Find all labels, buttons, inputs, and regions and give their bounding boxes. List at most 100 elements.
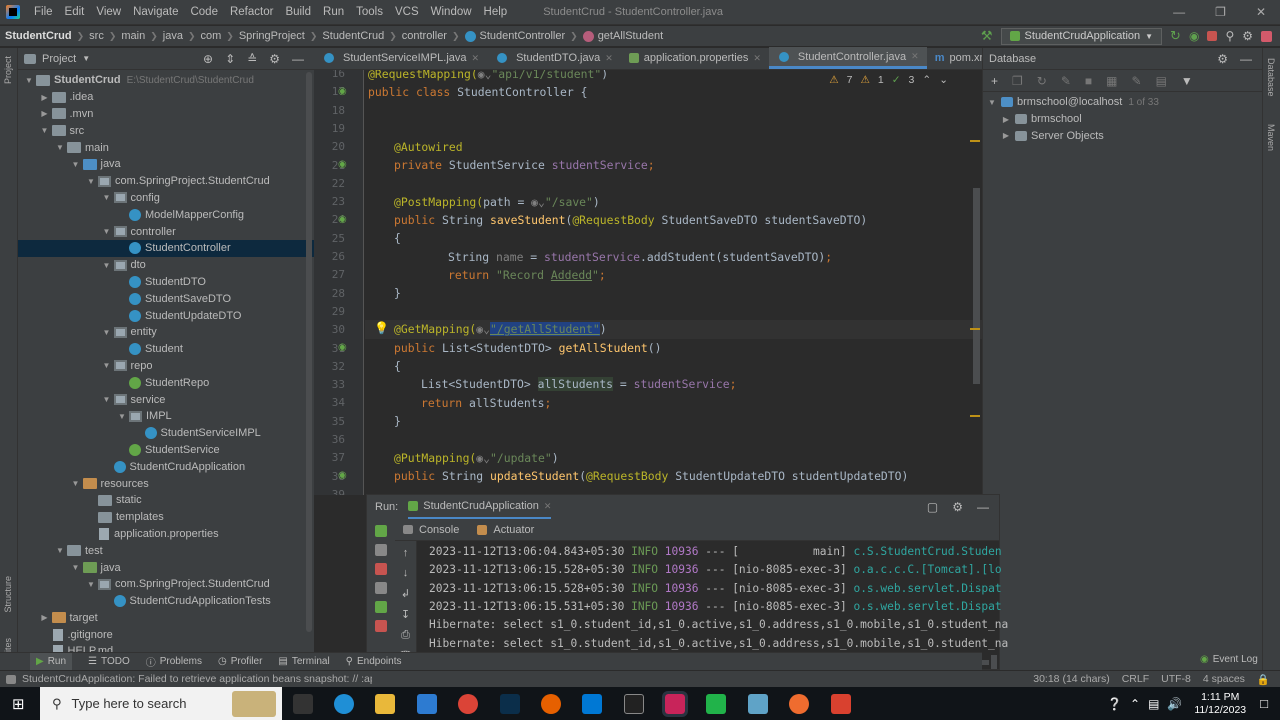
arrow-down-icon[interactable]: ↓ bbox=[395, 567, 416, 579]
tree-item[interactable]: ▼ test bbox=[18, 542, 314, 559]
tree-item[interactable]: templates bbox=[18, 509, 314, 526]
firefox-icon[interactable] bbox=[540, 693, 561, 714]
menu-refactor[interactable]: Refactor bbox=[224, 6, 279, 18]
tree-item[interactable]: ▼ java bbox=[18, 559, 314, 576]
tree-item[interactable]: application.properties bbox=[18, 526, 314, 543]
windows-start-icon[interactable]: ⊞ bbox=[12, 695, 25, 713]
console-icon[interactable]: ▤ bbox=[1156, 74, 1167, 88]
menu-navigate[interactable]: Navigate bbox=[127, 6, 184, 18]
menu-vcs[interactable]: VCS bbox=[389, 6, 425, 18]
menu-build[interactable]: Build bbox=[279, 6, 317, 18]
add-icon[interactable]: + bbox=[991, 74, 998, 88]
refresh-icon[interactable]: ↻ bbox=[1037, 74, 1047, 88]
gear-icon[interactable]: ⚙ bbox=[952, 500, 963, 514]
tree-item[interactable]: ▼ service bbox=[18, 391, 314, 408]
chevron-down-icon[interactable]: ▼ bbox=[55, 143, 65, 152]
menu-edit[interactable]: Edit bbox=[59, 6, 91, 18]
chevron-down-icon[interactable]: ▼ bbox=[71, 160, 81, 169]
tree-item[interactable]: StudentSaveDTO bbox=[18, 290, 314, 307]
chevron-down-icon[interactable]: ▼ bbox=[117, 412, 127, 421]
breadcrumb-main[interactable]: main bbox=[116, 30, 150, 42]
chevron-down-icon[interactable]: ⌄ bbox=[939, 74, 948, 86]
rerun-icon[interactable]: ↻ bbox=[1170, 28, 1181, 44]
tab-application-properties[interactable]: application.properties ✕ bbox=[621, 47, 769, 69]
menu-view[interactable]: View bbox=[90, 6, 127, 18]
run-tab-app[interactable]: StudentCrudApplication ✕ bbox=[408, 495, 552, 519]
tray-up-icon[interactable]: ⌃ bbox=[1130, 697, 1140, 711]
chevron-right-icon[interactable]: ▶ bbox=[40, 613, 50, 622]
photoshop-icon[interactable] bbox=[499, 693, 520, 714]
tree-item[interactable]: StudentService bbox=[18, 442, 314, 459]
close-icon[interactable]: ✕ bbox=[544, 501, 552, 512]
breadcrumb-studentcontroller[interactable]: StudentController bbox=[460, 30, 571, 42]
notepad-icon[interactable] bbox=[747, 693, 768, 714]
bottom-tab-endpoints[interactable]: ⚲ Endpoints bbox=[346, 656, 402, 667]
stop-icon[interactable] bbox=[1207, 31, 1218, 41]
file-explorer-icon[interactable] bbox=[375, 693, 396, 714]
breadcrumb-src[interactable]: src bbox=[84, 30, 109, 42]
status-panel-icon[interactable] bbox=[6, 674, 16, 684]
event-log-tab[interactable]: ◉ Event Log bbox=[1200, 654, 1258, 665]
arrow-up-icon[interactable]: ↑ bbox=[395, 547, 416, 559]
camera-icon[interactable] bbox=[375, 582, 387, 594]
rerun-icon[interactable] bbox=[375, 525, 387, 537]
spring-bean-gutter-icon[interactable]: ◉ bbox=[338, 159, 347, 170]
bottom-tab-run[interactable]: ▶ Run bbox=[30, 653, 73, 670]
db-connection[interactable]: ▼ brmschool@localhost 1 of 33 bbox=[983, 94, 1262, 111]
database-tool-tab[interactable]: Database bbox=[1266, 58, 1276, 97]
taskbar-clock[interactable]: 1:11 PM 11/12/2023 bbox=[1194, 691, 1246, 717]
tree-item[interactable]: ▼ repo bbox=[18, 358, 314, 375]
properties-icon[interactable]: ✎ bbox=[1061, 74, 1071, 88]
gear-icon[interactable]: ⚙ bbox=[1217, 52, 1228, 66]
hide-icon[interactable]: — bbox=[977, 500, 989, 514]
close-icon[interactable]: ✕ bbox=[472, 53, 480, 64]
tree-item[interactable]: ▼ src bbox=[18, 122, 314, 139]
status-encoding[interactable]: UTF-8 bbox=[1161, 673, 1191, 686]
chevron-down-icon[interactable]: ▼ bbox=[40, 126, 50, 135]
tree-item[interactable]: ▼ main bbox=[18, 139, 314, 156]
chevron-down-icon[interactable]: ▼ bbox=[102, 361, 112, 370]
terminal-icon[interactable] bbox=[623, 693, 644, 714]
chevron-down-icon[interactable]: ▼ bbox=[86, 580, 96, 589]
tree-item[interactable]: ▼ entity bbox=[18, 324, 314, 341]
tree-item[interactable]: StudentServiceIMPL bbox=[18, 425, 314, 442]
structure-tool-tab[interactable]: Structure bbox=[3, 576, 13, 613]
search-everywhere-icon[interactable]: ⚲ bbox=[1225, 29, 1234, 43]
chevron-down-icon[interactable]: ▼ bbox=[102, 227, 112, 236]
tree-item[interactable]: ▶ .mvn bbox=[18, 106, 314, 123]
mail-icon[interactable] bbox=[416, 693, 437, 714]
menu-help[interactable]: Help bbox=[478, 6, 514, 18]
network-icon[interactable]: ▤ bbox=[1148, 697, 1159, 711]
tree-item[interactable]: ▼ com.SpringProject.StudentCrud bbox=[18, 173, 314, 190]
tree-item[interactable]: Student bbox=[18, 341, 314, 358]
breadcrumb-project[interactable]: StudentCrud bbox=[0, 30, 77, 42]
locate-icon[interactable]: ⊕ bbox=[203, 52, 213, 66]
tab-studentserviceimpl[interactable]: StudentServiceIMPL.java ✕ bbox=[314, 47, 487, 69]
menu-window[interactable]: Window bbox=[425, 6, 478, 18]
chevron-down-icon[interactable]: ▼ bbox=[71, 563, 81, 572]
bottom-tab-profiler[interactable]: ◷ Profiler bbox=[218, 656, 262, 667]
tree-item[interactable]: StudentUpdateDTO bbox=[18, 307, 314, 324]
copy-icon[interactable]: ❐ bbox=[1012, 74, 1023, 88]
tree-item[interactable]: ▼ dto bbox=[18, 257, 314, 274]
layout-icon[interactable]: ▢ bbox=[927, 500, 938, 514]
bottom-tab-terminal[interactable]: ▤ Terminal bbox=[278, 656, 329, 667]
breadcrumb-springproject[interactable]: SpringProject bbox=[234, 30, 310, 42]
print-icon[interactable]: ⎙ bbox=[395, 629, 416, 642]
project-tool-tab[interactable]: Project bbox=[3, 56, 13, 84]
spring-bean-gutter-icon[interactable]: ◉ bbox=[338, 214, 347, 225]
tree-item[interactable]: ▼ com.SpringProject.StudentCrud bbox=[18, 576, 314, 593]
tab-actuator[interactable]: Actuator bbox=[477, 524, 534, 536]
stop-icon[interactable]: ■ bbox=[1085, 74, 1092, 88]
vscode-icon[interactable] bbox=[582, 693, 603, 714]
breadcrumb-method[interactable]: getAllStudent bbox=[578, 30, 668, 42]
tree-item[interactable]: StudentRepo bbox=[18, 374, 314, 391]
tree-item[interactable]: ▼ resources bbox=[18, 475, 314, 492]
spring-bean-gutter-icon[interactable]: ◉ bbox=[338, 86, 347, 97]
notifications-icon[interactable]: □ bbox=[1260, 696, 1268, 711]
plugin-icon[interactable] bbox=[1261, 30, 1272, 42]
menu-run[interactable]: Run bbox=[317, 6, 350, 18]
exit-icon[interactable] bbox=[375, 620, 387, 632]
spring-bean-gutter-icon[interactable]: ◉ bbox=[338, 342, 347, 353]
postman-icon[interactable] bbox=[789, 693, 810, 714]
